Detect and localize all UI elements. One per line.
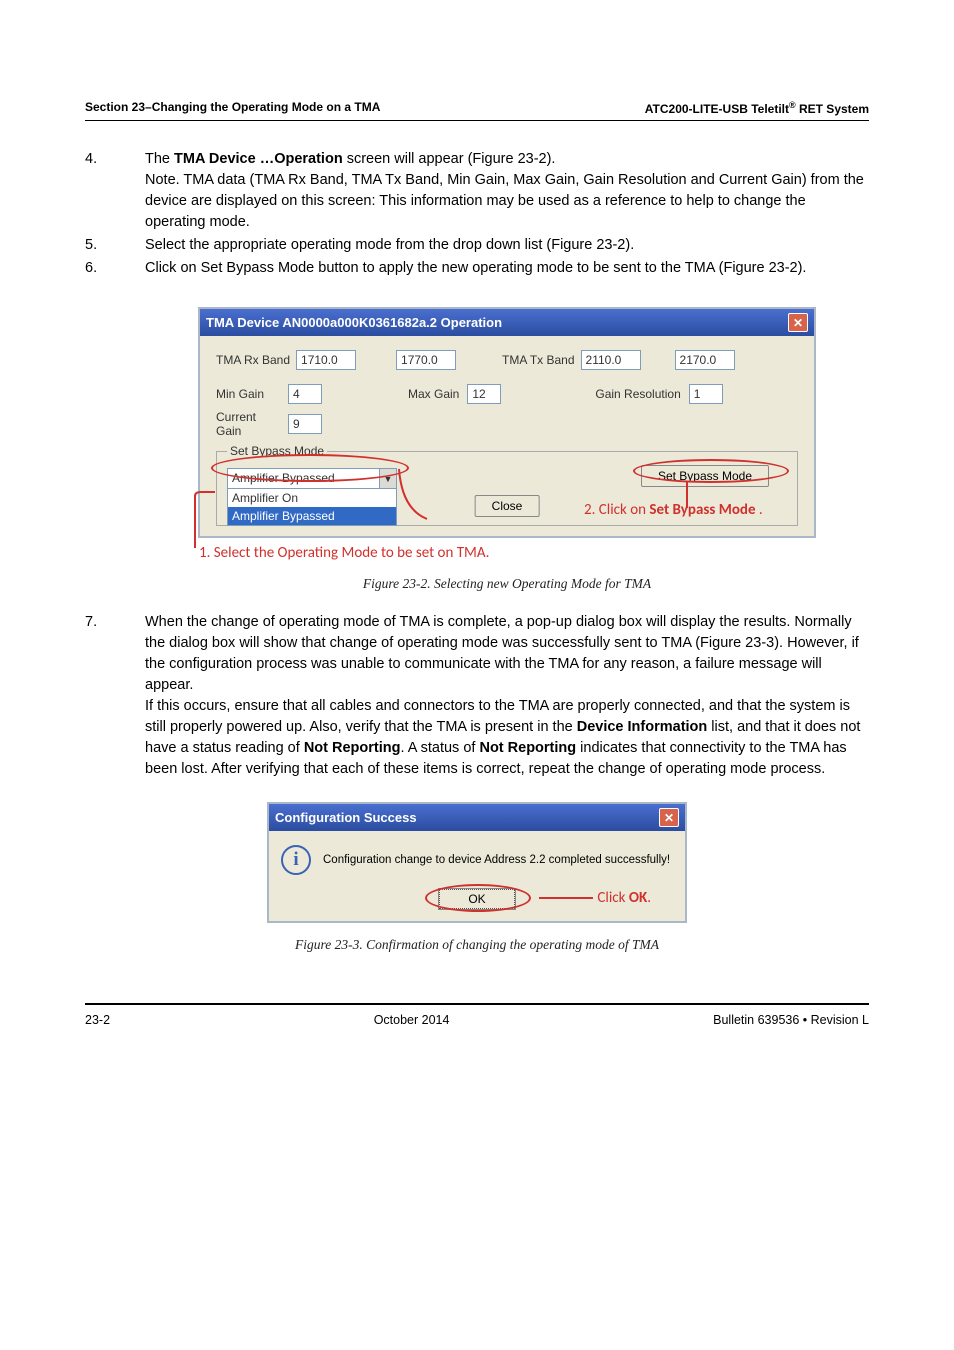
tma-operation-dialog: TMA Device AN0000a000K0361682a.2 Operati… <box>198 307 816 538</box>
figure-23-3: Configuration Success ✕ i Configuration … <box>267 802 687 953</box>
set-bypass-group: Set Bypass Mode Amplifier Bypassed ▼ Amp… <box>216 444 798 526</box>
instruction-step: 5.Select the appropriate operating mode … <box>85 235 869 256</box>
step-number: 4. <box>85 149 145 233</box>
step-text: Click on Set Bypass Mode button to apply… <box>145 258 869 279</box>
max-gain-label: Max Gain <box>408 387 459 401</box>
tx-band-label: TMA Tx Band <box>502 353 574 367</box>
success-message: Configuration change to device Address 2… <box>323 854 670 866</box>
annotation-click-ok: Click OK. <box>597 889 651 907</box>
close-button[interactable]: Close <box>475 495 540 517</box>
page-footer: 23-2 October 2014 Bulletin 639536 • Revi… <box>85 1003 869 1027</box>
footer-page: 23-2 <box>85 1013 110 1027</box>
max-gain-value: 12 <box>467 384 501 404</box>
dialog-title: TMA Device AN0000a000K0361682a.2 Operati… <box>206 315 502 330</box>
figure-caption: Figure 23-2. Selecting new Operating Mod… <box>145 576 869 592</box>
annotation-oval-combo <box>211 454 409 482</box>
annotation-step1: 1. Select the Operating Mode to be set o… <box>199 544 869 562</box>
min-gain-value: 4 <box>288 384 322 404</box>
dialog-titlebar: TMA Device AN0000a000K0361682a.2 Operati… <box>200 309 814 336</box>
tx-band-hi: 2170.0 <box>675 350 735 370</box>
instruction-step: 4.The TMA Device …Operation screen will … <box>85 149 869 233</box>
min-gain-label: Min Gain <box>216 387 280 401</box>
step-number: 6. <box>85 258 145 279</box>
page-header: Section 23–Changing the Operating Mode o… <box>85 100 869 121</box>
step-text: The TMA Device …Operation screen will ap… <box>145 149 869 233</box>
current-gain-label: Current Gain <box>216 410 280 438</box>
figure-23-2: TMA Device AN0000a000K0361682a.2 Operati… <box>145 307 869 592</box>
header-right: ATC200-LITE-USB Teletilt® RET System <box>645 100 869 116</box>
combo-option[interactable]: Amplifier Bypassed <box>228 507 396 525</box>
instruction-step: 6.Click on Set Bypass Mode button to app… <box>85 258 869 279</box>
gain-res-label: Gain Resolution <box>595 387 680 401</box>
header-left: Section 23–Changing the Operating Mode o… <box>85 100 380 116</box>
step-number: 5. <box>85 235 145 256</box>
footer-bulletin: Bulletin 639536 • Revision L <box>713 1013 869 1027</box>
annotation-step2: 2. Click on Set Bypass Mode . <box>584 501 769 519</box>
combo-option[interactable]: Amplifier On <box>228 489 396 507</box>
close-icon[interactable]: ✕ <box>788 313 808 332</box>
annotation-oval-set-bypass <box>633 459 789 483</box>
rx-band-label: TMA Rx Band <box>216 353 290 367</box>
figure-caption: Figure 23-3. Confirmation of changing th… <box>267 937 687 953</box>
current-gain-value: 9 <box>288 414 322 434</box>
dialog-titlebar: Configuration Success ✕ <box>269 804 685 831</box>
annotation-oval-ok <box>425 884 531 912</box>
annotation-arrow-combo <box>397 464 433 524</box>
step-text: When the change of operating mode of TMA… <box>145 612 869 780</box>
footer-date: October 2014 <box>374 1013 450 1027</box>
instruction-step: 7.When the change of operating mode of T… <box>85 612 869 780</box>
step-number: 7. <box>85 612 145 780</box>
rx-band-lo: 1710.0 <box>296 350 356 370</box>
annotation-arrow-ok <box>539 895 593 901</box>
dialog-title: Configuration Success <box>275 810 417 825</box>
combo-options: Amplifier On Amplifier Bypassed <box>227 489 397 526</box>
gain-res-value: 1 <box>689 384 723 404</box>
tx-band-lo: 2110.0 <box>581 350 641 370</box>
info-icon: i <box>281 845 311 875</box>
config-success-dialog: Configuration Success ✕ i Configuration … <box>267 802 687 923</box>
close-icon[interactable]: ✕ <box>659 808 679 827</box>
step-text: Select the appropriate operating mode fr… <box>145 235 869 256</box>
rx-band-hi: 1770.0 <box>396 350 456 370</box>
